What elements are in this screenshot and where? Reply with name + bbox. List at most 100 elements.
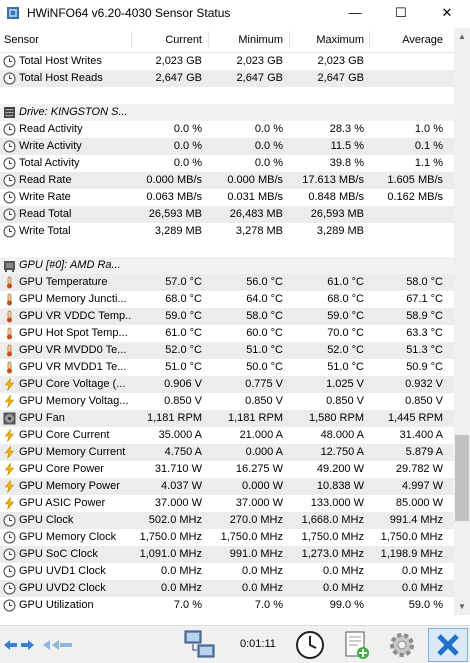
header-divider[interactable] bbox=[369, 31, 370, 49]
sensor-name: GPU VR MVDD1 Te... bbox=[19, 361, 127, 373]
header-divider[interactable] bbox=[289, 31, 290, 49]
sensor-row[interactable]: GPU VR MVDD1 Te... 51.0 °C 50.0 °C 51.0 °C 5… bbox=[0, 359, 454, 376]
maximum-value: 61.0 °C bbox=[327, 276, 364, 288]
app-icon bbox=[7, 6, 19, 19]
scrollbar-thumb[interactable] bbox=[455, 435, 469, 521]
blank-row bbox=[0, 87, 454, 104]
vertical-scrollbar[interactable]: ▲ ▼ bbox=[454, 28, 470, 615]
current-value: 57.0 °C bbox=[165, 276, 202, 288]
sensor-row[interactable]: GPU UVD1 Clock 0.0 MHz 0.0 MHz 0.0 MHz 0.0 M… bbox=[0, 563, 454, 580]
scroll-up-arrow[interactable]: ▲ bbox=[454, 28, 470, 45]
current-value: 502.0 MHz bbox=[148, 514, 202, 526]
current-value: 31.710 W bbox=[154, 463, 202, 475]
report-button[interactable] bbox=[338, 628, 374, 662]
network-button[interactable] bbox=[180, 628, 220, 662]
sensor-row[interactable]: Read Activity 0.0 % 0.0 % 28.3 % 1.0 % bbox=[0, 121, 454, 138]
nav-arrows-alt-button[interactable] bbox=[40, 628, 76, 662]
sensor-row[interactable]: Write Rate 0.063 MB/s 0.031 MB/s 0.848 MB/s… bbox=[0, 189, 454, 206]
sensor-row[interactable]: GPU Core Voltage (... 0.906 V 0.775 V 1.025… bbox=[0, 376, 454, 393]
sensor-row[interactable]: GPU Clock 502.0 MHz 270.0 MHz 1,668.0 MHz 99… bbox=[0, 512, 454, 529]
sensor-row[interactable]: GPU Memory Juncti... 68.0 °C 64.0 °C 68.0 °… bbox=[0, 291, 454, 308]
sensor-row[interactable]: GPU ASIC Power 37.000 W 37.000 W 133.000 W 8… bbox=[0, 495, 454, 512]
sensor-row[interactable]: GPU SoC Clock 1,091.0 MHz 991.0 MHz 1,273.0… bbox=[0, 546, 454, 563]
maximum-value: 0.0 MHz bbox=[323, 582, 364, 594]
nav-arrows-button[interactable] bbox=[2, 628, 36, 662]
maximize-button[interactable]: ☐ bbox=[378, 0, 424, 25]
current-value: 61.0 °C bbox=[165, 327, 202, 339]
maximum-value: 133.000 W bbox=[310, 497, 364, 509]
average-value: 0.932 V bbox=[405, 378, 443, 390]
average-value: 67.1 °C bbox=[406, 293, 443, 305]
current-value: 1,750.0 MHz bbox=[139, 531, 202, 543]
close-sensors-button[interactable] bbox=[428, 628, 468, 662]
header-divider[interactable] bbox=[131, 31, 132, 49]
header-maximum[interactable]: Maximum bbox=[316, 28, 364, 52]
sensor-group-row[interactable]: Drive: KINGSTON S... bbox=[0, 104, 454, 121]
sensor-row[interactable]: GPU Hot Spot Temp... 61.0 °C 60.0 °C 70.0 °… bbox=[0, 325, 454, 342]
settings-button[interactable] bbox=[384, 628, 420, 662]
minimum-value: 0.775 V bbox=[245, 378, 283, 390]
clock-button[interactable] bbox=[292, 628, 328, 662]
average-value: 4.997 W bbox=[402, 480, 443, 492]
header-minimum[interactable]: Minimum bbox=[238, 28, 283, 52]
sensor-row[interactable]: GPU Memory Current 4.750 A 0.000 A 12.750 A… bbox=[0, 444, 454, 461]
minimum-value: 2,023 GB bbox=[236, 55, 283, 67]
average-value: 0.1 % bbox=[414, 140, 443, 152]
average-value: 58.0 °C bbox=[406, 276, 443, 288]
window-title: HWiNFO64 v6.20-4030 Sensor Status bbox=[27, 5, 231, 20]
sensor-row[interactable]: GPU VR VDDC Temp... 59.0 °C 58.0 °C 59.0 °C… bbox=[0, 308, 454, 325]
header-sensor[interactable]: Sensor bbox=[4, 28, 39, 52]
minimum-value: 7.0 % bbox=[254, 599, 283, 611]
sensor-row[interactable]: GPU Fan 1,181 RPM 1,181 RPM 1,580 RPM 1,445 … bbox=[0, 410, 454, 427]
sensor-row[interactable]: Write Activity 0.0 % 0.0 % 11.5 % 0.1 % bbox=[0, 138, 454, 155]
current-value: 0.850 V bbox=[164, 395, 202, 407]
minimum-value: 3,278 MB bbox=[235, 225, 283, 237]
sensor-row[interactable]: GPU UVD2 Clock 0.0 MHz 0.0 MHz 0.0 MHz 0.0 M… bbox=[0, 580, 454, 597]
sensor-row[interactable]: GPU Temperature 57.0 °C 56.0 °C 61.0 °C 58.0… bbox=[0, 274, 454, 291]
clock-icon bbox=[296, 631, 324, 659]
sensor-row[interactable]: GPU Core Current 35.000 A 21.000 A 48.000 A… bbox=[0, 427, 454, 444]
scroll-down-arrow[interactable]: ▼ bbox=[454, 598, 470, 615]
sensor-row[interactable]: Read Rate 0.000 MB/s 0.000 MB/s 17.613 MB/s… bbox=[0, 172, 454, 189]
close-window-button[interactable]: ✕ bbox=[424, 0, 470, 25]
sensor-row[interactable]: GPU VR MVDD0 Te... 52.0 °C 51.0 °C 52.0 °C 5… bbox=[0, 342, 454, 359]
header-current[interactable]: Current bbox=[165, 28, 202, 52]
sensor-row[interactable]: Total Activity 0.0 % 0.0 % 39.8 % 1.1 % bbox=[0, 155, 454, 172]
header-average[interactable]: Average bbox=[402, 28, 443, 52]
header-divider[interactable] bbox=[208, 31, 209, 49]
sensor-name: Write Total bbox=[19, 225, 71, 237]
sensor-group-row[interactable]: GPU [#0]: AMD Ra... bbox=[0, 257, 454, 274]
minimum-value: 0.0 MHz bbox=[242, 565, 283, 577]
sensor-list[interactable]: Total Host Writes 2,023 GB 2,023 GB 2,023 G… bbox=[0, 53, 454, 615]
minimize-button[interactable]: — bbox=[332, 0, 378, 25]
sensor-row[interactable]: Write Total 3,289 MB 3,278 MB 3,289 MB bbox=[0, 223, 454, 240]
clock-icon bbox=[3, 514, 16, 527]
minimum-value: 56.0 °C bbox=[246, 276, 283, 288]
average-value: 58.9 °C bbox=[406, 310, 443, 322]
sensor-row[interactable]: Total Host Reads 2,647 GB 2,647 GB 2,647 GB bbox=[0, 70, 454, 87]
column-header: Sensor Current Minimum Maximum Average bbox=[0, 28, 454, 53]
sensor-row[interactable]: GPU Memory Clock 1,750.0 MHz 1,750.0 MHz 1,… bbox=[0, 529, 454, 546]
lightning-bolt-icon bbox=[3, 462, 16, 476]
sensor-row[interactable]: GPU Memory Power 4.037 W 0.000 W 10.838 W 4.… bbox=[0, 478, 454, 495]
minimum-value: 0.000 MB/s bbox=[227, 174, 283, 186]
current-value: 7.0 % bbox=[173, 599, 202, 611]
minimum-value: 16.275 W bbox=[235, 463, 283, 475]
sensor-name: GPU VR VDDC Temp... bbox=[19, 310, 131, 322]
average-value: 0.0 MHz bbox=[402, 582, 443, 594]
current-value: 2,023 GB bbox=[155, 55, 202, 67]
sensor-name: Read Activity bbox=[19, 123, 83, 135]
average-value: 63.3 °C bbox=[406, 327, 443, 339]
clock-icon bbox=[3, 191, 16, 204]
average-value: 0.850 V bbox=[405, 395, 443, 407]
sensor-row[interactable]: GPU Utilization 7.0 % 7.0 % 99.0 % 59.0 % bbox=[0, 597, 454, 614]
maximum-value: 99.0 % bbox=[329, 599, 364, 611]
sensor-row[interactable]: GPU Core Power 31.710 W 16.275 W 49.200 W 29… bbox=[0, 461, 454, 478]
minimum-value: 0.0 % bbox=[254, 123, 283, 135]
current-value: 52.0 °C bbox=[165, 344, 202, 356]
sensor-row[interactable]: GPU Memory Voltag... 0.850 V 0.850 V 0.850 … bbox=[0, 393, 454, 410]
sensor-row[interactable]: Total Host Writes 2,023 GB 2,023 GB 2,023 G… bbox=[0, 53, 454, 70]
current-value: 0.906 V bbox=[164, 378, 202, 390]
sensor-row[interactable]: Read Total 26,593 MB 26,483 MB 26,593 MB bbox=[0, 206, 454, 223]
maximum-value: 12.750 A bbox=[320, 446, 364, 458]
